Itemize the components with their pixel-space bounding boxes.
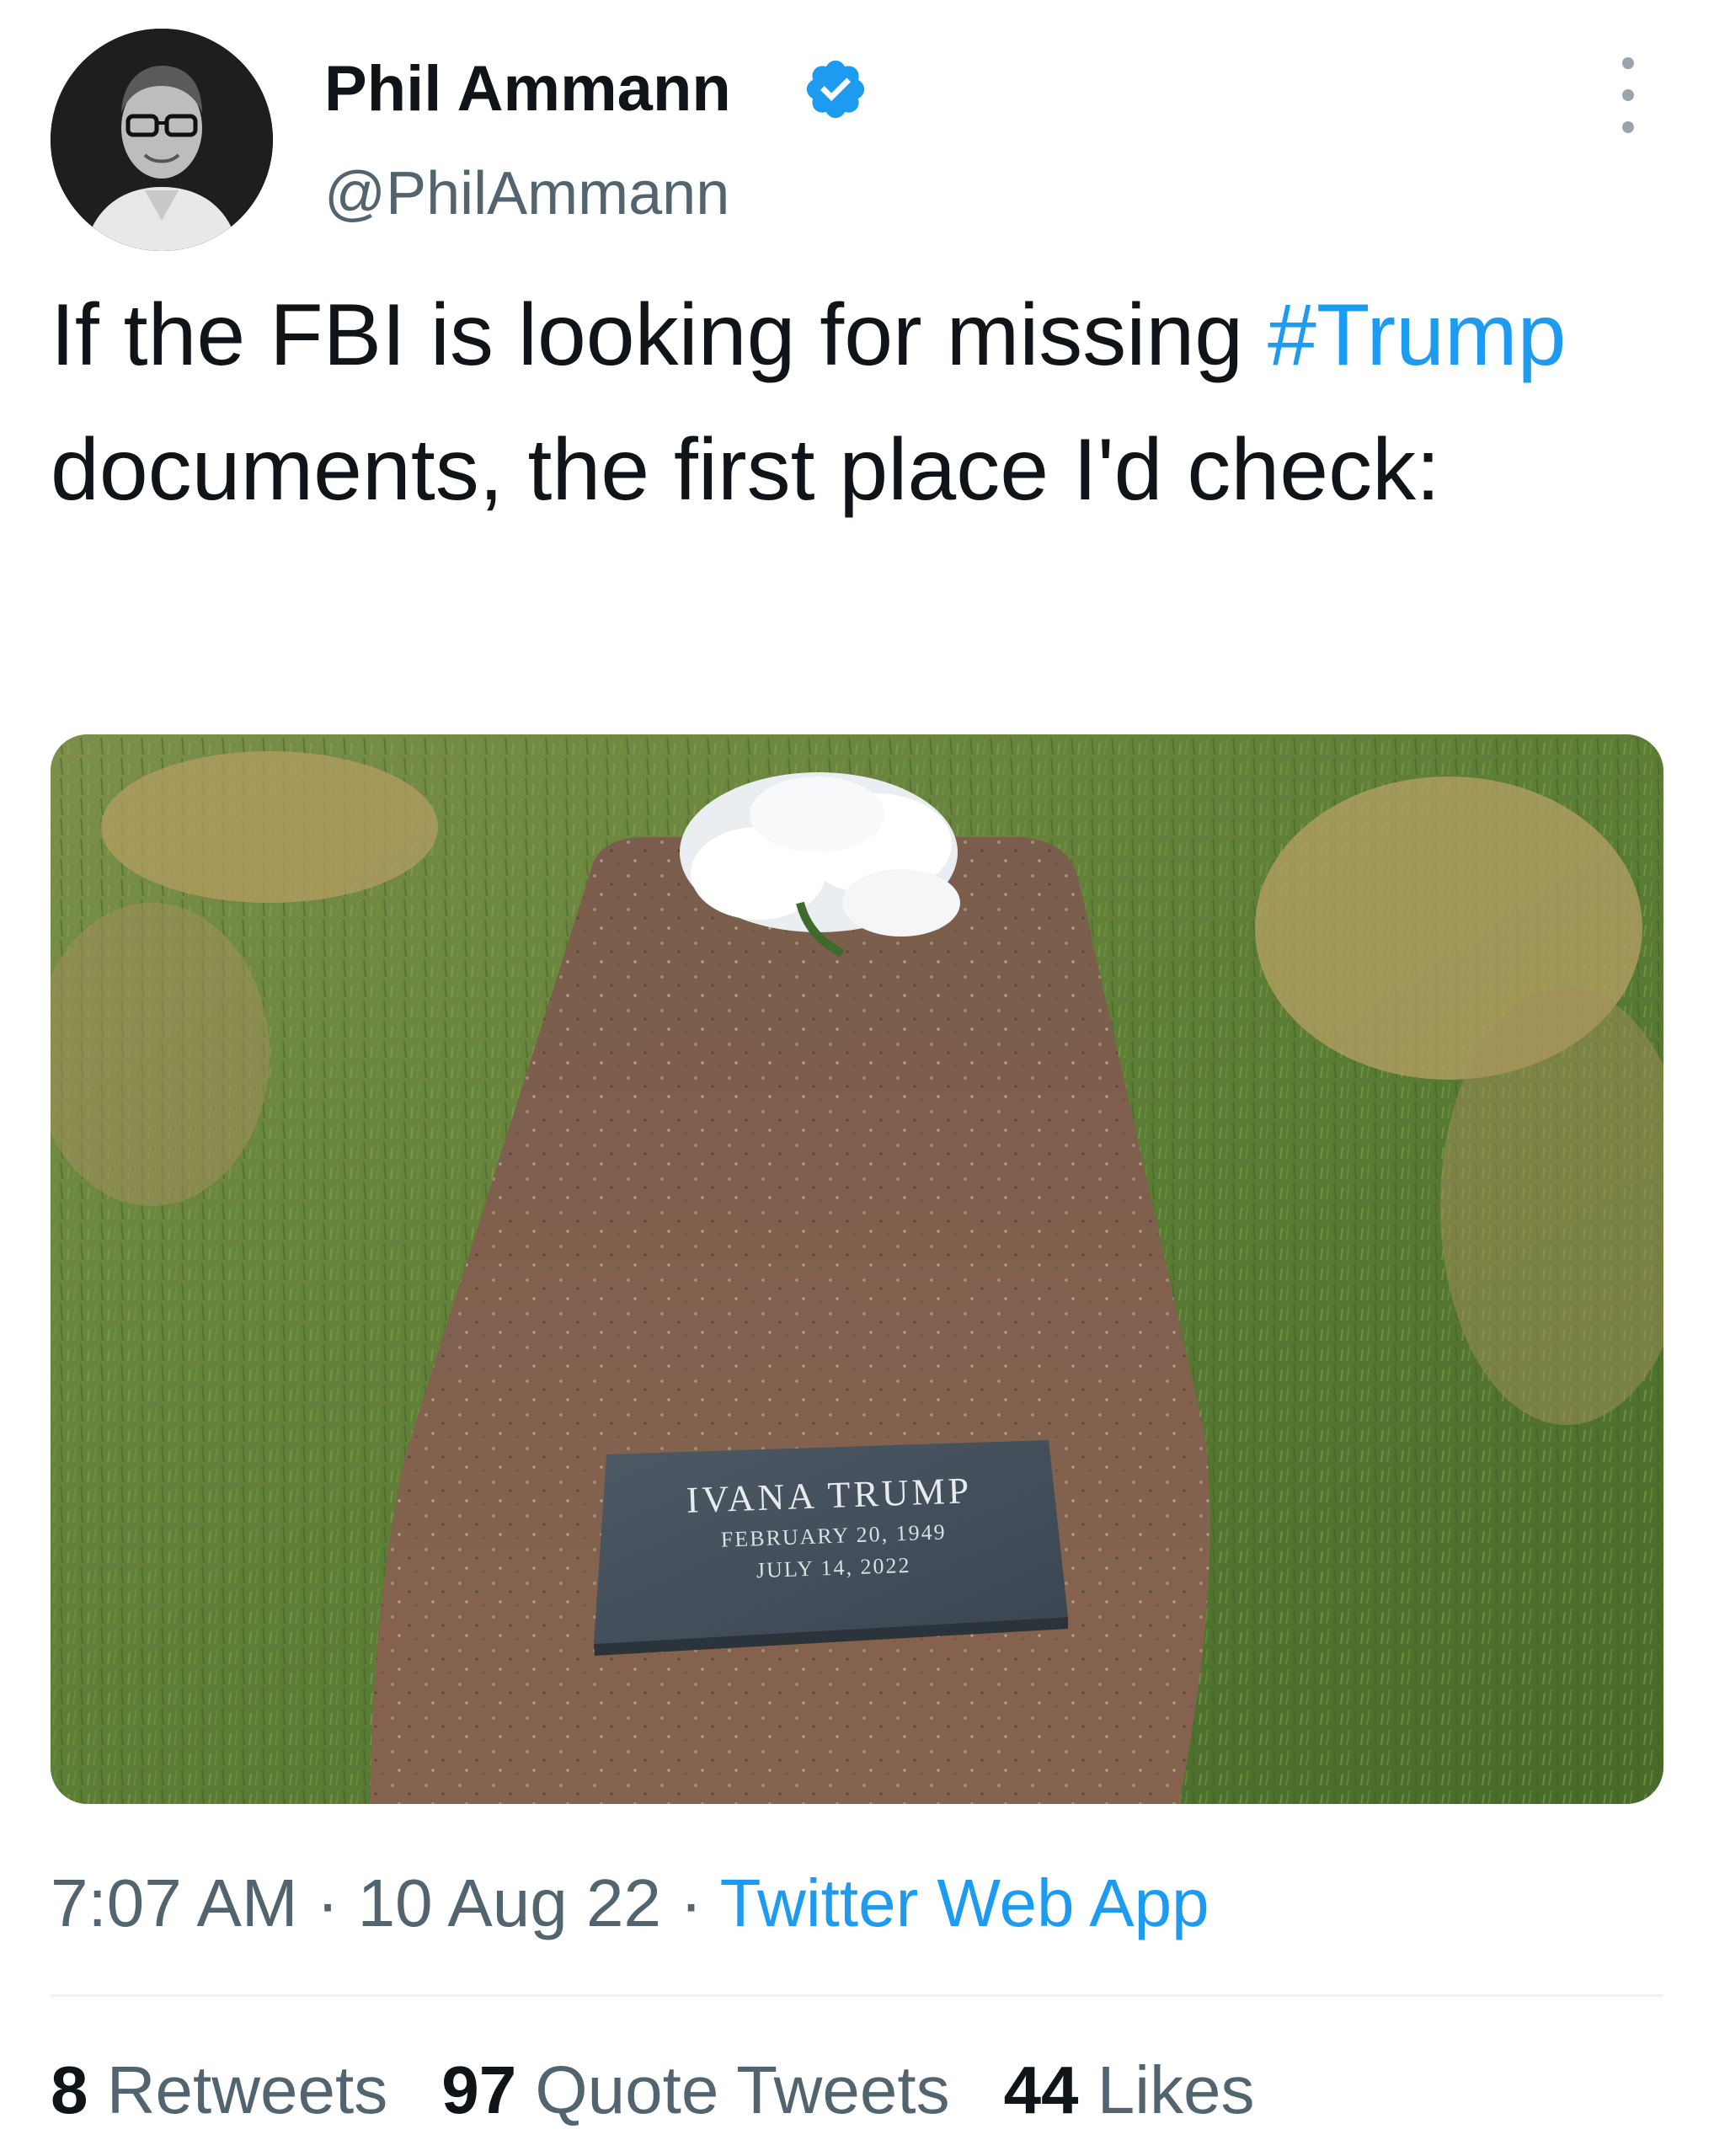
- more-dot-icon: [1622, 57, 1634, 69]
- tweet-media-photo[interactable]: IVANA TRUMP FEBRUARY 20, 1949 JULY 14, 2…: [51, 734, 1663, 1804]
- meta-separator: ·: [660, 1865, 720, 1940]
- tweet-text-start: If the FBI is looking for missing: [51, 286, 1268, 384]
- quote-tweets-stat[interactable]: 97 Quote Tweets: [441, 2052, 949, 2127]
- more-dot-icon: [1622, 89, 1634, 101]
- tweet-date[interactable]: 10 Aug 22: [358, 1865, 661, 1940]
- divider: [51, 1994, 1663, 1997]
- tweet-time[interactable]: 7:07 AM: [51, 1865, 298, 1940]
- tweet-source-link[interactable]: Twitter Web App: [720, 1865, 1209, 1940]
- hashtag-link[interactable]: #Trump: [1268, 286, 1566, 384]
- quote-tweets-label: Quote Tweets: [516, 2052, 950, 2127]
- verified-badge-icon: [806, 60, 865, 119]
- tweet-text: If the FBI is looking for missing #Trump…: [51, 268, 1685, 537]
- tweet-text-end: documents, the first place I'd check:: [51, 421, 1440, 519]
- retweets-label: Retweets: [88, 2052, 388, 2127]
- author-display-name[interactable]: Phil Ammann: [324, 49, 731, 130]
- retweets-stat[interactable]: 8 Retweets: [51, 2052, 387, 2127]
- grave-photo-icon: IVANA TRUMP FEBRUARY 20, 1949 JULY 14, 2…: [51, 734, 1663, 1804]
- author-avatar[interactable]: [51, 29, 273, 251]
- tweet-metadata: 7:07 AM · 10 Aug 22 · Twitter Web App: [51, 1861, 1209, 1945]
- retweets-count: 8: [51, 2052, 88, 2127]
- author-handle[interactable]: @PhilAmmann: [324, 153, 729, 234]
- quote-tweets-count: 97: [441, 2052, 517, 2127]
- more-options-icon[interactable]: [1599, 57, 1658, 133]
- likes-count: 44: [1003, 2052, 1079, 2127]
- engagement-stats: 8 Retweets 97 Quote Tweets 44 Likes: [51, 2048, 1309, 2132]
- meta-separator: ·: [297, 1865, 358, 1940]
- more-dot-icon: [1622, 121, 1634, 133]
- likes-stat[interactable]: 44 Likes: [1004, 2052, 1255, 2127]
- avatar-photo-icon: [51, 29, 273, 251]
- likes-label: Likes: [1078, 2052, 1255, 2127]
